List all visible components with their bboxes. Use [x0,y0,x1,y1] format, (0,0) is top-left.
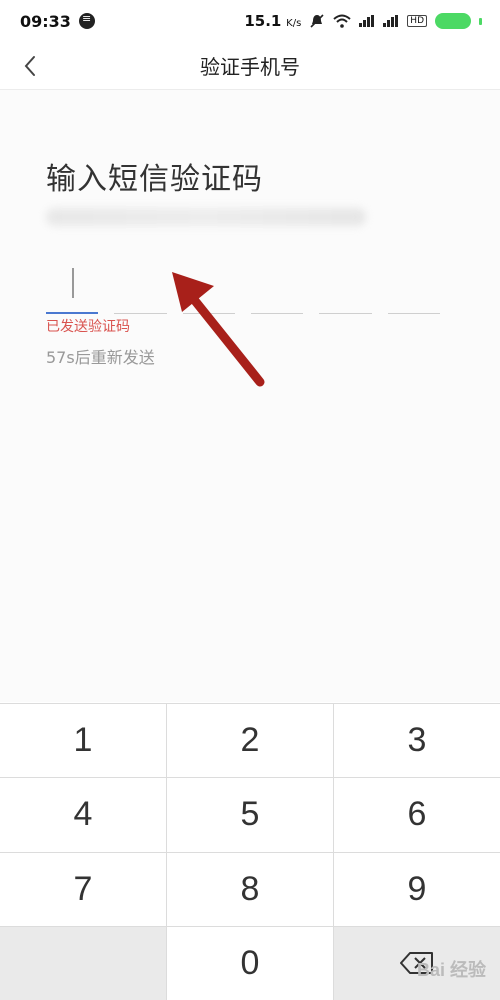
key-blank [0,926,166,1000]
code-digit-6[interactable] [387,250,440,314]
battery-icon [435,13,471,29]
key-6[interactable]: 6 [334,778,500,852]
key-4[interactable]: 4 [0,778,166,852]
hd-badge: HD [407,15,427,27]
chevron-left-icon [24,56,35,76]
key-1[interactable]: 1 [0,704,166,778]
battery-cap [479,17,482,25]
key-8[interactable]: 8 [167,852,333,926]
net-speed: 15.1 [244,12,282,30]
code-digit-2[interactable] [114,250,167,314]
mute-icon [310,14,324,28]
back-button[interactable] [12,48,48,84]
app-header: 验证手机号 [0,42,500,90]
key-3[interactable]: 3 [334,704,500,778]
key-0[interactable]: 0 [167,926,333,1000]
key-5[interactable]: 5 [167,778,333,852]
sent-status: 已发送验证码 [46,319,130,335]
status-left: 09:33 [20,12,95,31]
net-speed-readout: 15.1 K/s [244,12,301,30]
verification-panel: 输入短信验证码 已发送验证码 57s后重新发送 [0,90,500,702]
code-digit-5[interactable] [319,250,372,314]
net-unit: K/s [286,18,302,29]
signal-icon-2 [383,15,399,27]
status-right: 15.1 K/s HD [244,12,482,30]
text-cursor [72,268,74,298]
resend-countdown: 57s后重新发送 [46,348,155,367]
wifi-icon [333,14,351,28]
code-digit-1[interactable] [46,250,99,314]
key-9[interactable]: 9 [334,852,500,926]
chat-icon [78,12,95,29]
watermark: Bai 经验 [416,960,486,980]
signal-icon [359,15,375,27]
page-title: 验证手机号 [200,55,300,79]
masked-phone-number [46,208,366,226]
status-bar: 09:33 15.1 K/s HD [0,0,500,42]
status-time: 09:33 [20,11,71,31]
annotation-arrow-icon [172,272,265,387]
key-2[interactable]: 2 [167,704,333,778]
heading: 输入短信验证码 [46,162,263,197]
key-7[interactable]: 7 [0,852,166,926]
